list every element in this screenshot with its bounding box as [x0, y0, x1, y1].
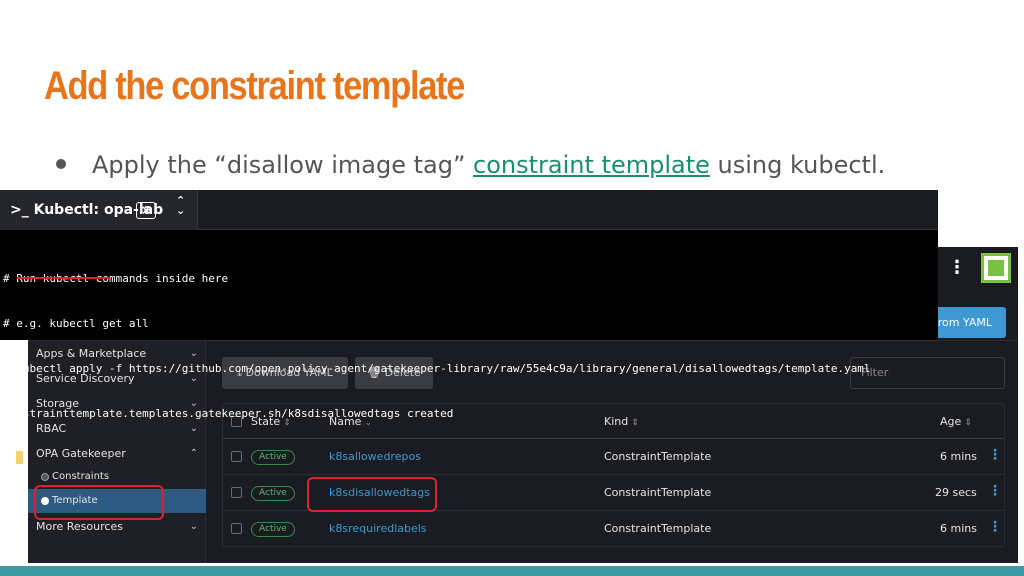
terminal-line: > kubectl apply -f https://github.com/op…: [3, 362, 871, 375]
bullet-text: Apply the “disallow image tag” constrain…: [56, 151, 885, 179]
row-actions-icon[interactable]: ⋮: [988, 483, 1002, 499]
sort-icon: ⇕: [964, 418, 972, 428]
terminal-output: # Run kubectl commands inside here # e.g…: [3, 241, 937, 496]
terminal-prompt-icon: >_: [10, 202, 29, 218]
constraint-template-link[interactable]: constraint template: [473, 151, 710, 179]
bullet-prefix: Apply the “disallow image tag”: [92, 151, 474, 179]
close-icon[interactable]: ×: [136, 202, 156, 219]
terminal-line: # e.g. kubectl get all: [3, 317, 149, 330]
sidebar-item-label: More Resources: [36, 520, 123, 533]
row-actions-icon[interactable]: ⋮: [988, 447, 1002, 463]
expand-collapse-icon[interactable]: ⌃ ⌄: [176, 195, 185, 216]
slide-title: Add the constraint template: [44, 64, 465, 108]
slide-footer-strip: [0, 566, 1024, 576]
terminal-tab-bar: >_ Kubectl: opa-lab × ⌃ ⌄: [0, 190, 938, 230]
row-age: 29 secs: [935, 486, 977, 499]
row-age: 6 mins: [940, 522, 977, 535]
row-actions-icon[interactable]: ⋮: [988, 519, 1002, 535]
table-row: Active k8srequiredlabels ConstraintTempl…: [223, 511, 1004, 547]
terminal-line: # Run kubectl commands inside here: [3, 272, 229, 285]
app-logo: [981, 253, 1011, 283]
column-header-age[interactable]: Age ⇕: [940, 415, 972, 428]
bullet-suffix: using kubectl.: [709, 151, 886, 179]
row-name-link[interactable]: k8srequiredlabels: [329, 522, 427, 535]
kubectl-terminal[interactable]: >_ Kubectl: opa-lab × ⌃ ⌄ # Run kubectl c…: [0, 190, 938, 465]
row-checkbox[interactable]: [231, 523, 242, 534]
status-badge: Active: [251, 522, 295, 537]
more-options-icon[interactable]: ⋮: [948, 257, 966, 278]
chevron-down-icon: ⌄: [189, 521, 198, 532]
terminal-line: constrainttemplate.templates.gatekeeper.…: [3, 407, 454, 420]
command-underline: [17, 277, 110, 279]
terminal-tab[interactable]: >_ Kubectl: opa-lab × ⌃ ⌄: [0, 190, 198, 230]
row-kind: ConstraintTemplate: [604, 522, 712, 535]
bullet-dot: [56, 159, 66, 169]
terminal-cursor: [16, 451, 24, 464]
terminal-prompt-line[interactable]: >: [3, 451, 937, 466]
row-age: 6 mins: [940, 450, 977, 463]
